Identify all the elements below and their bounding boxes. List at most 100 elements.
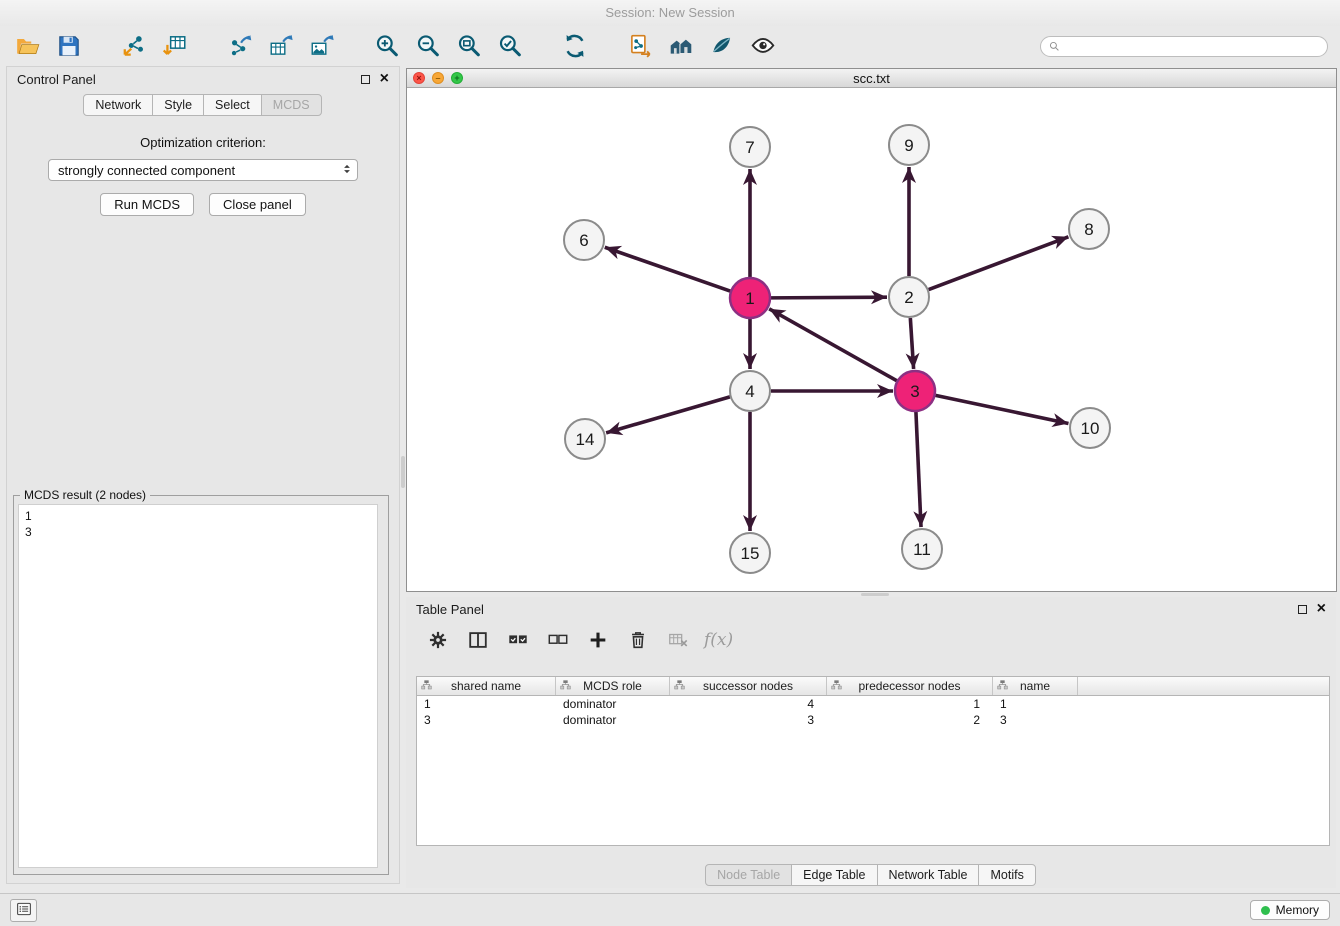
search-input[interactable] [1040, 36, 1328, 57]
node-label: 7 [745, 138, 754, 157]
mcds-result-list[interactable]: 13 [18, 504, 378, 868]
zoom-in-icon[interactable] [371, 30, 403, 62]
node-label: 11 [913, 540, 931, 559]
maximize-window-icon[interactable]: + [451, 72, 463, 84]
column-header-predecessor-nodes[interactable]: predecessor nodes [827, 677, 993, 695]
column-label: successor nodes [703, 679, 793, 693]
tab-network[interactable]: Network [83, 94, 153, 116]
toolbar-icons [12, 30, 779, 62]
import-table-icon[interactable] [159, 30, 191, 62]
memory-button[interactable]: Memory [1250, 900, 1330, 920]
visual-style-icon[interactable] [706, 30, 738, 62]
close-panel-icon[interactable]: × [1317, 601, 1326, 617]
delete-table-icon [664, 626, 692, 654]
open-session-icon[interactable] [12, 30, 44, 62]
tab-motifs[interactable]: Motifs [978, 864, 1035, 886]
edge-1-2[interactable] [771, 297, 887, 298]
network-document-icon[interactable] [624, 30, 656, 62]
apply-layout-icon[interactable] [559, 30, 591, 62]
deselect-all-icon[interactable] [544, 626, 572, 654]
close-panel-icon[interactable]: × [380, 71, 389, 87]
zoom-selected-icon[interactable] [494, 30, 526, 62]
node-7[interactable]: 7 [730, 127, 770, 167]
table-body: 1dominator4113dominator323 [417, 696, 1329, 728]
node-1[interactable]: 1 [730, 278, 770, 318]
float-panel-icon[interactable] [1298, 605, 1307, 614]
splitter-handle[interactable] [401, 456, 405, 488]
node-10[interactable]: 10 [1070, 408, 1110, 448]
function-builder-icon: f(x) [704, 626, 733, 654]
edge-3-10[interactable] [936, 395, 1069, 423]
control-panel-tabs: NetworkStyleSelectMCDS [7, 94, 399, 116]
column-tree-icon [996, 679, 1009, 695]
column-header-shared-name[interactable]: shared name [417, 677, 556, 695]
window-controls: × – + [413, 72, 463, 84]
node-3[interactable]: 3 [895, 371, 935, 411]
column-header-successor-nodes[interactable]: successor nodes [670, 677, 827, 695]
node-label: 15 [741, 544, 760, 563]
close-window-icon[interactable]: × [413, 72, 425, 84]
gear-icon[interactable] [424, 626, 452, 654]
tab-node-table[interactable]: Node Table [705, 864, 792, 886]
edge-3-11[interactable] [916, 412, 921, 527]
save-session-icon[interactable] [53, 30, 85, 62]
table-cell: 1 [417, 696, 556, 712]
column-tree-icon [673, 679, 686, 695]
close-panel-button[interactable]: Close panel [209, 193, 306, 216]
network-canvas[interactable]: 7 9 6 8 1 2 4 3 14 10 15 11 [407, 88, 1336, 591]
add-column-icon[interactable] [584, 626, 612, 654]
column-label: predecessor nodes [858, 679, 960, 693]
column-header-name[interactable]: name [993, 677, 1078, 695]
node-9[interactable]: 9 [889, 125, 929, 165]
edge-1-6[interactable] [605, 247, 730, 291]
criterion-dropdown-value: strongly connected component [58, 163, 340, 178]
edge-4-14[interactable] [606, 397, 730, 433]
splitter-handle[interactable] [861, 593, 889, 596]
column-header-mcds-role[interactable]: MCDS role [556, 677, 670, 695]
table-toolbar: f(x) [406, 623, 1336, 657]
tab-edge-table[interactable]: Edge Table [791, 864, 877, 886]
table-row[interactable]: 1dominator411 [417, 696, 1329, 712]
network-window-titlebar: scc.txt × – + [407, 69, 1336, 88]
edge-2-3[interactable] [910, 318, 913, 369]
node-8[interactable]: 8 [1069, 209, 1109, 249]
tab-select[interactable]: Select [203, 94, 262, 116]
houses-icon[interactable] [665, 30, 697, 62]
tab-style[interactable]: Style [152, 94, 204, 116]
node-2[interactable]: 2 [889, 277, 929, 317]
column-tree-icon [559, 679, 572, 695]
eye-icon[interactable] [747, 30, 779, 62]
criterion-dropdown[interactable]: strongly connected component [48, 159, 358, 181]
tab-network-table[interactable]: Network Table [877, 864, 980, 886]
columns-icon[interactable] [464, 626, 492, 654]
mcds-result-line: 1 [25, 508, 371, 524]
zoom-out-icon[interactable] [412, 30, 444, 62]
edge-3-1[interactable] [769, 309, 897, 381]
control-panel-title: Control Panel [17, 72, 96, 87]
delete-column-icon[interactable] [624, 626, 652, 654]
table-row[interactable]: 3dominator323 [417, 712, 1329, 728]
minimize-window-icon[interactable]: – [432, 72, 444, 84]
control-panel-header: Control Panel × [7, 67, 399, 91]
network-graph[interactable]: 7 9 6 8 1 2 4 3 14 10 15 11 [407, 88, 1336, 591]
node-4[interactable]: 4 [730, 371, 770, 411]
node-label: 6 [579, 231, 588, 250]
search-box [1040, 36, 1328, 57]
export-image-icon[interactable] [306, 30, 338, 62]
node-14[interactable]: 14 [565, 419, 605, 459]
run-mcds-button[interactable]: Run MCDS [100, 193, 194, 216]
float-panel-icon[interactable] [361, 75, 370, 84]
select-all-icon[interactable] [504, 626, 532, 654]
node-11[interactable]: 11 [902, 529, 942, 569]
zoom-fit-icon[interactable] [453, 30, 485, 62]
edge-2-8[interactable] [929, 237, 1069, 290]
import-network-icon[interactable] [118, 30, 150, 62]
column-header-empty [1078, 677, 1329, 695]
node-6[interactable]: 6 [564, 220, 604, 260]
node-15[interactable]: 15 [730, 533, 770, 573]
export-network-icon[interactable] [224, 30, 256, 62]
export-table-icon[interactable] [265, 30, 297, 62]
tab-mcds[interactable]: MCDS [261, 94, 322, 116]
task-history-button[interactable] [10, 899, 37, 922]
chevron-up-down-icon [340, 162, 354, 179]
